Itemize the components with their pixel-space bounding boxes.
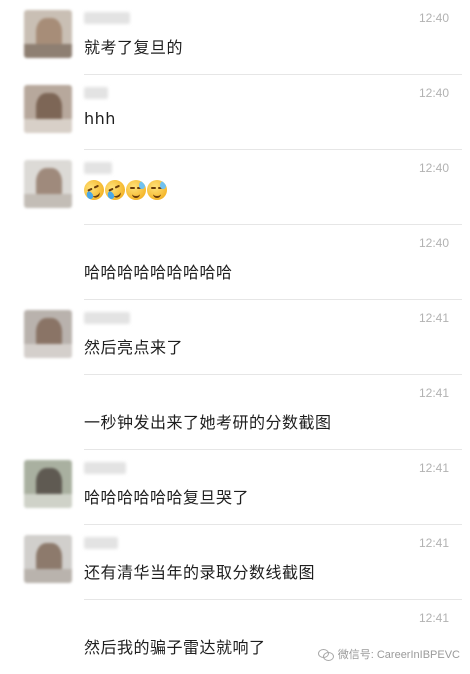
message-text: 哈哈哈哈哈哈哈哈哈 [84,263,233,282]
chat-message[interactable]: 12:40 哈哈哈哈哈哈哈哈哈 [0,225,470,300]
message-timestamp: 12:41 [418,611,449,625]
sweat-smile-emoji [147,180,167,200]
message-timestamp: 12:40 [418,86,449,100]
message-text: 一秒钟发出来了她考研的分数截图 [84,413,332,432]
avatar[interactable] [24,535,72,583]
sender-name-blurred [84,162,112,174]
sender-name-blurred [84,87,108,99]
wechat-icon [317,648,334,661]
chat-message[interactable]: 12:40 就考了复旦的 [0,0,470,75]
message-timestamp: 12:40 [418,161,449,175]
message-timestamp: 12:41 [418,536,449,550]
message-timestamp: 12:41 [418,311,449,325]
watermark-text: 微信号: CareerInIBPEVC [337,649,460,661]
avatar[interactable] [24,85,72,133]
watermark: 微信号: CareerInIBPEVC [317,646,460,662]
avatar[interactable] [24,160,72,208]
chat-message[interactable]: 12:41 然后亮点来了 [0,300,470,375]
sweat-smile-emoji [126,180,146,200]
message-text: 然后亮点来了 [84,338,184,357]
chat-message[interactable]: 12:41 一秒钟发出来了她考研的分数截图 [0,375,470,450]
message-timestamp: 12:41 [418,461,449,475]
chat-message[interactable]: 12:40 [0,150,470,225]
message-text: 然后我的骗子雷达就响了 [84,638,266,657]
sender-name-blurred [84,12,130,24]
message-text: 还有清华当年的录取分数线截图 [84,563,316,582]
emoji-row [80,176,167,204]
chat-message[interactable]: 12:41 哈哈哈哈哈哈复旦哭了 [0,450,470,525]
crying-laughing-emoji [80,176,108,204]
chat-message[interactable]: 12:41 还有清华当年的录取分数线截图 [0,525,470,600]
avatar[interactable] [24,310,72,358]
chat-message[interactable]: 12:40 hhh [0,75,470,150]
message-text: 哈哈哈哈哈哈复旦哭了 [84,488,250,507]
message-timestamp: 12:41 [418,386,449,400]
sender-name-blurred [84,537,118,549]
sender-name-blurred [84,312,130,324]
chat-history-list[interactable]: 12:40 就考了复旦的 12:40 hhh 12:40 12:40 哈哈哈哈哈… [0,0,470,674]
chat-message[interactable]: 12:41 然后我的骗子雷达就响了 [0,600,470,674]
message-text: 就考了复旦的 [84,38,184,57]
avatar[interactable] [24,10,72,58]
message-timestamp: 12:40 [418,11,449,25]
message-timestamp: 12:40 [418,236,449,250]
sender-name-blurred [84,462,126,474]
crying-laughing-emoji [101,176,129,204]
message-text: hhh [84,109,116,128]
avatar[interactable] [24,460,72,508]
